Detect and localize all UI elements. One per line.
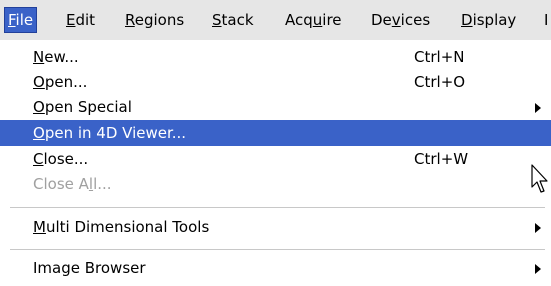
mouse-pointer-icon (531, 164, 548, 193)
menu-item-close-shortcut: Ctrl+W (414, 150, 469, 168)
menu-bar: File Edit Regions Stack Acquire Devices … (0, 0, 551, 41)
label-mnemonic: O (33, 73, 45, 91)
menu-stack[interactable]: Stack (208, 8, 258, 32)
menu-item-image-browser-label: Image Browser (33, 255, 146, 281)
menu-separator (10, 207, 545, 209)
menu-display[interactable]: Display (457, 8, 520, 32)
menu-file[interactable]: File (4, 7, 38, 33)
label-mnemonic: O (33, 124, 45, 142)
submenu-arrow-icon (535, 103, 541, 113)
menu-acquire-mnemonic: u (312, 11, 323, 29)
label-post: ulti Dimensional Tools (45, 218, 210, 236)
menu-file-mnemonic: F (8, 11, 16, 29)
menu-item-open-in-4d-viewer[interactable]: Open in 4D Viewer... (0, 120, 551, 146)
menu-item-close[interactable]: Close... Ctrl+W (0, 146, 551, 172)
menu-item-new[interactable]: New... Ctrl+N (0, 44, 551, 70)
menu-cutoff[interactable]: I (540, 8, 551, 32)
menu-file-label-post: ile (15, 11, 34, 29)
label-post: pen Special (44, 98, 132, 116)
menu-stack-mnemonic: S (212, 11, 222, 29)
menu-acquire[interactable]: Acquire (281, 8, 346, 32)
menu-item-multi-dimensional-tools[interactable]: Multi Dimensional Tools (0, 214, 551, 240)
menu-edit-label-post: dit (75, 11, 96, 29)
label-post: pen in 4D Viewer... (44, 124, 187, 142)
menu-regions-label-post: egions (134, 11, 185, 29)
menu-item-open-special[interactable]: Open Special (0, 94, 551, 120)
menu-item-open-shortcut: Ctrl+O (414, 73, 466, 91)
menu-stack-label-post: tack (221, 11, 254, 29)
menu-display-label-post: isplay (472, 11, 517, 29)
menu-display-mnemonic: D (461, 11, 473, 29)
label-post: ew... (44, 48, 79, 66)
menu-regions-mnemonic: R (125, 11, 135, 29)
menu-item-close-all: Close All... (0, 171, 551, 197)
menu-item-image-browser[interactable]: Image Browser (0, 255, 551, 281)
menu-item-new-label: New... (33, 44, 79, 70)
menu-item-open-label: Open... (33, 69, 87, 95)
menu-edit[interactable]: Edit (62, 8, 99, 32)
label-mnemonic: N (33, 48, 45, 66)
menu-devices-label-pre: De (371, 11, 392, 29)
menu-acquire-label-pre: Acq (285, 11, 313, 29)
menu-regions[interactable]: Regions (121, 8, 188, 32)
label-post: pen... (44, 73, 88, 91)
menu-item-new-shortcut: Ctrl+N (414, 48, 465, 66)
label-pre: Image Browser (33, 259, 146, 277)
label-post: lose... (43, 150, 89, 168)
menu-item-open[interactable]: Open... Ctrl+O (0, 69, 551, 95)
label-mnemonic: O (33, 98, 45, 116)
menu-cutoff-label-post: I (544, 11, 549, 29)
menu-devices-label-post: ices (400, 11, 431, 29)
menu-item-multi-dimensional-tools-label: Multi Dimensional Tools (33, 214, 209, 240)
label-pre: Close A (33, 175, 89, 193)
menu-devices-mnemonic: v (391, 11, 401, 29)
label-mnemonic: C (33, 150, 44, 168)
menu-item-close-label: Close... (33, 146, 88, 172)
menu-item-open-special-label: Open Special (33, 94, 132, 120)
menu-item-close-all-label: Close All... (33, 171, 112, 197)
menu-devices[interactable]: Devices (367, 8, 434, 32)
label-mnemonic: M (33, 218, 46, 236)
menu-item-open-in-4d-viewer-label: Open in 4D Viewer... (33, 120, 186, 146)
menu-separator (10, 249, 545, 251)
menu-acquire-label-post: ire (322, 11, 342, 29)
submenu-arrow-icon (535, 223, 541, 233)
submenu-arrow-icon (535, 264, 541, 274)
label-post: l... (93, 175, 112, 193)
file-menu-dropdown: New... Ctrl+N Open... Ctrl+O Open Specia… (0, 40, 551, 286)
